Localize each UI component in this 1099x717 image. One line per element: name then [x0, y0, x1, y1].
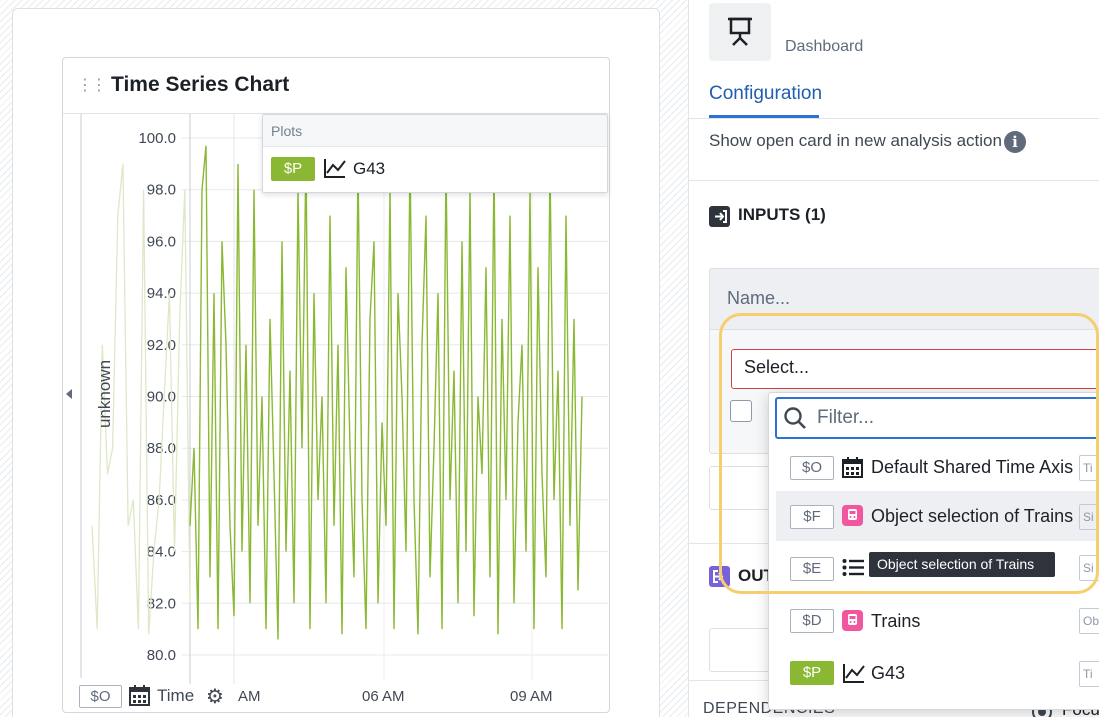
y-tick-label: 94.0: [147, 285, 176, 302]
search-icon: [784, 407, 806, 429]
line-chart-icon: [324, 159, 346, 178]
plot-label: G43: [353, 159, 386, 178]
drag-handle-icon[interactable]: ⋮⋮: [77, 76, 107, 96]
x-tick-label: 06 AM: [362, 688, 405, 705]
tab-divider: [689, 118, 1099, 119]
y-axis-label: unknown: [95, 360, 114, 428]
collapse-left-icon[interactable]: [66, 389, 72, 399]
gear-icon[interactable]: ⚙: [206, 684, 224, 709]
variable-badge: $O: [790, 456, 834, 480]
app-type-label: Dashboard: [785, 38, 864, 55]
type-chip: Ti: [1079, 455, 1099, 481]
variable-badge: $D: [790, 609, 834, 633]
calendar-icon: [842, 457, 863, 478]
widget-title: Time Series Chart: [111, 73, 290, 96]
dropdown-item-label: G43: [871, 663, 906, 683]
info-icon[interactable]: i: [1004, 131, 1026, 153]
dropdown-item-label: Default Shared Time Axis: [871, 457, 1074, 477]
inputs-section-title: INPUTS (1): [738, 205, 826, 224]
variable-select-placeholder: Select...: [744, 357, 810, 377]
series-line-g43: [189, 145, 583, 640]
tooltip: Object selection of Trains: [869, 552, 1055, 577]
app-icon: [709, 3, 771, 61]
variable-badge: $E: [790, 557, 834, 581]
y-tick-label: 96.0: [147, 233, 176, 250]
x-tick-label: AM: [238, 688, 261, 705]
outputs-icon: [709, 566, 730, 587]
variable-badge: $F: [790, 505, 834, 529]
calendar-icon: [129, 685, 150, 706]
variable-badge: $P: [790, 661, 834, 685]
y-tick-label: 98.0: [147, 182, 176, 199]
input-name-field[interactable]: Name...: [727, 288, 790, 309]
plots-header: Plots: [263, 115, 607, 147]
type-chip: Ti: [1079, 661, 1099, 687]
widget-header: ⋮⋮ Time Series Chart: [63, 58, 609, 114]
inputs-icon: [709, 206, 730, 227]
plots-legend: Plots: [262, 114, 608, 193]
line-chart-icon: [843, 664, 865, 683]
y-tick-label: 80.0: [147, 647, 176, 664]
plot-badge: $P: [271, 157, 315, 181]
y-tick-label: 84.0: [147, 544, 176, 561]
presentation-icon: [728, 17, 752, 46]
section-divider: [689, 180, 1099, 181]
train-icon: [842, 505, 863, 526]
list-icon: [842, 559, 864, 576]
dropdown-item-label: Trains: [871, 611, 921, 631]
y-tick-label: 86.0: [147, 492, 176, 509]
tab-configuration[interactable]: Configuration: [709, 83, 822, 105]
input-checkbox[interactable]: [730, 400, 752, 422]
show-open-card-label: Show open card in new analysis action: [709, 131, 1002, 150]
time-series-chart[interactable]: 100.098.096.094.092.090.088.086.084.082.…: [62, 114, 610, 684]
time-axis-label: Time: [157, 686, 195, 705]
type-chip: Si: [1079, 555, 1099, 581]
filter-placeholder: Filter...: [817, 407, 875, 428]
y-tick-label: 92.0: [147, 337, 176, 354]
x-tick-label: 09 AM: [510, 688, 553, 705]
train-icon: [842, 610, 863, 631]
type-chip: Ob: [1079, 608, 1099, 634]
y-tick-label: 100.0: [138, 130, 176, 147]
time-axis-badge: $O: [79, 685, 122, 708]
type-chip: Si: [1079, 504, 1099, 530]
dropdown-item-label: Object selection of Trains: [871, 506, 1074, 526]
